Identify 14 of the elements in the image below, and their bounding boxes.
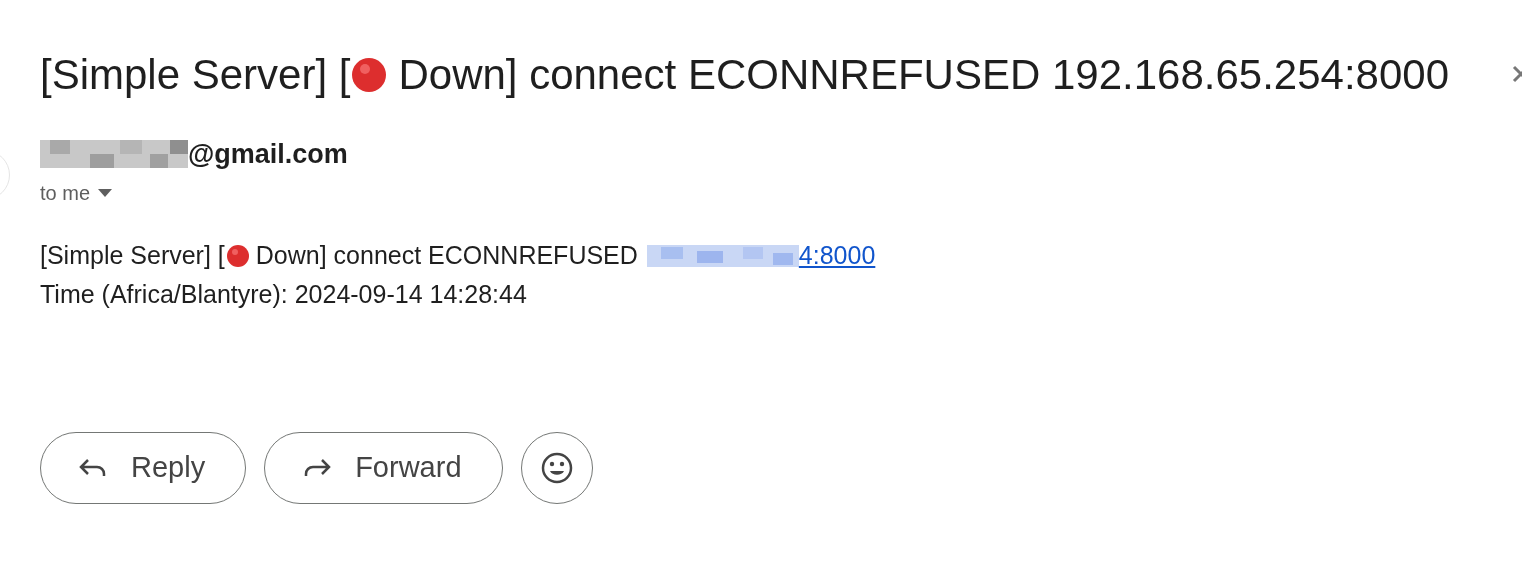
link[interactable]: 4:8000 [798,236,876,275]
subject-text: Down] connect ECONNREFUSED 192.168.65.254:8000 [398,50,1449,100]
status-dot-icon [351,57,388,93]
reply-icon [79,458,107,478]
body-text: Time (Africa/Blantyre): 2024-09-14 14:28:44 [40,279,527,310]
subject-text: [Simple Server] [ [40,50,351,100]
forward-icon [303,458,332,478]
body-text: [Simple Server] [ [40,240,225,271]
caret-icon[interactable] [98,189,113,197]
sender-email: @gmail.com [188,137,348,171]
recipient-label: to me [40,181,91,206]
status-dot-icon [225,243,250,268]
body-text: Down] connect ECONNREFUSED [255,240,638,271]
smiley-icon [539,451,574,485]
